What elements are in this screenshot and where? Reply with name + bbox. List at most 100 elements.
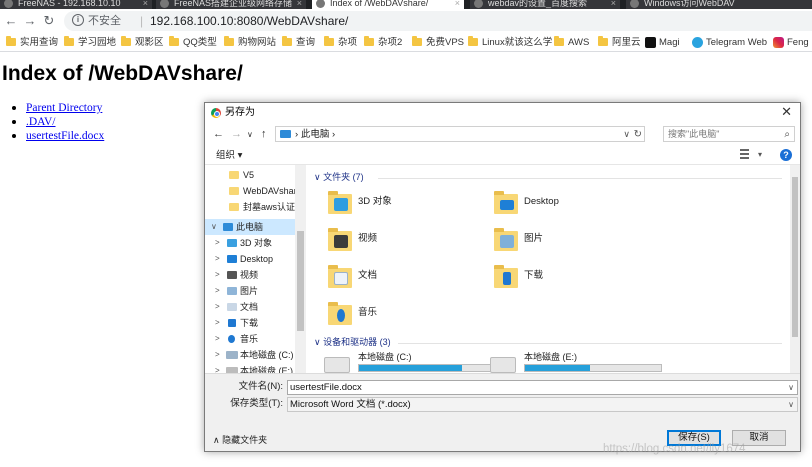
close-icon[interactable]: × <box>455 0 460 9</box>
insecure-label: 不安全 <box>88 15 121 27</box>
nav-scrollbar[interactable] <box>295 165 306 373</box>
recent-dropdown-icon[interactable]: ∨ <box>247 128 253 142</box>
chevron-right-icon[interactable]: > <box>215 315 220 331</box>
info-icon[interactable]: i <box>72 14 84 26</box>
parent-directory-link[interactable]: Parent Directory <box>26 102 102 114</box>
chevron-down-icon[interactable]: ∨ <box>788 381 794 394</box>
organize-button[interactable]: 组织 ▾ <box>216 149 242 162</box>
favicon-icon <box>474 0 483 8</box>
chevron-down-icon[interactable]: ∨ <box>623 128 630 141</box>
url-text[interactable]: 192.168.100.10:8080/WebDAVshare/ <box>150 13 348 29</box>
group-header-folders[interactable]: ∨ 文件夹 (7) <box>314 171 784 184</box>
folder-item-pictures[interactable]: 图片 <box>494 226 644 256</box>
drive-usage-bar <box>524 364 662 372</box>
nav-item-drive-e[interactable]: > 本地磁盘 (E:) <box>205 363 295 373</box>
favicon-icon <box>630 0 639 8</box>
folder-item-desktop[interactable]: Desktop <box>494 189 644 219</box>
view-options-icon[interactable] <box>740 149 756 159</box>
bookmark-item[interactable]: 购物网站 <box>224 35 276 50</box>
nav-item-pictures[interactable]: > 图片 <box>205 283 295 299</box>
chevron-down-icon[interactable]: ∨ <box>788 398 794 411</box>
filetype-select[interactable]: Microsoft Word 文档 (*.docx) ∨ <box>287 397 798 412</box>
bookmark-item[interactable]: 查询 <box>282 35 315 50</box>
list-item: .DAV/ <box>12 115 104 129</box>
address-path[interactable]: › 此电脑 › ∨ ↻ <box>275 126 645 142</box>
command-bar: 组织 ▾ ▾ ? <box>205 145 800 165</box>
bookmark-item[interactable]: 观影区 <box>121 35 164 50</box>
content-scrollbar[interactable] <box>790 165 800 373</box>
close-icon[interactable]: × <box>611 0 616 9</box>
tab-webdav-index[interactable]: Index of /WebDAVshare/× <box>312 0 464 9</box>
chevron-right-icon[interactable]: > <box>215 283 220 299</box>
nav-item-desktop[interactable]: > Desktop <box>205 251 295 267</box>
forward-arrow-icon[interactable]: → <box>231 127 242 141</box>
close-icon[interactable]: × <box>297 0 302 9</box>
close-icon[interactable]: ✕ <box>781 105 792 119</box>
bookmark-item[interactable]: Linux就该这么学 <box>468 35 552 50</box>
tab-freenas-guide[interactable]: FreeNAS搭建企业级网络存储 × <box>156 0 306 9</box>
bookmark-item[interactable]: 杂项 <box>324 35 357 50</box>
back-arrow-icon[interactable]: ← <box>213 127 224 141</box>
folder-item-documents[interactable]: 文档 <box>328 263 478 293</box>
hide-folders-toggle[interactable]: ∧ 隐藏文件夹 <box>213 434 267 447</box>
bookmark-item[interactable]: AWS <box>554 35 589 50</box>
filename-input[interactable]: usertestFile.docx ∨ <box>287 380 798 395</box>
bookmark-item[interactable]: 免费VPS <box>412 35 464 50</box>
nav-item-videos[interactable]: > 视频 <box>205 267 295 283</box>
up-arrow-icon[interactable]: ↑ <box>261 127 267 141</box>
file-link[interactable]: usertestFile.docx <box>26 130 104 142</box>
nav-item-drive-c[interactable]: > 本地磁盘 (C:) <box>205 347 295 363</box>
folder-item-videos[interactable]: 视频 <box>328 226 478 256</box>
nav-item-3d-objects[interactable]: >3D 对象 <box>205 235 295 251</box>
bookmark-item[interactable]: 阿里云 <box>598 35 641 50</box>
nav-item-webdavshare[interactable]: WebDAVshare <box>205 183 302 199</box>
nav-item-v5[interactable]: V5 <box>205 167 295 183</box>
chevron-down-icon[interactable]: ▾ <box>758 149 762 161</box>
breadcrumb-this-pc[interactable]: 此电脑 <box>301 129 330 140</box>
bookmark-item[interactable]: 实用查询 <box>6 35 58 50</box>
close-icon[interactable]: × <box>143 0 148 9</box>
folder-item-music[interactable]: 音乐 <box>328 300 478 330</box>
forward-arrow-icon[interactable]: → <box>21 12 39 30</box>
nav-item-downloads[interactable]: > 下载 <box>205 315 295 331</box>
folder-item-3d-objects[interactable]: 3D 对象 <box>328 189 478 219</box>
scrollbar-thumb[interactable] <box>792 177 798 337</box>
drive-usage-bar <box>358 364 496 372</box>
chevron-right-icon[interactable]: > <box>215 347 220 363</box>
bookmark-item[interactable]: 学习园地 <box>64 35 116 50</box>
bookmark-item[interactable]: Magi <box>645 35 680 50</box>
tab-windows-webdav[interactable]: Windows访问WebDAV <box>626 0 812 9</box>
tab-baidu-search[interactable]: webdav的设置_百度搜索 × <box>470 0 620 9</box>
folder-item-downloads[interactable]: 下载 <box>494 263 644 293</box>
back-arrow-icon[interactable]: ← <box>2 12 20 30</box>
group-header-drives[interactable]: ∨ 设备和驱动器 (3) <box>314 336 784 349</box>
nav-item-this-pc[interactable]: ∨ 此电脑 <box>205 219 295 235</box>
bookmark-item[interactable]: 杂项2 <box>364 35 402 50</box>
documents-icon <box>227 303 237 311</box>
tab-freenas[interactable]: FreeNAS - 192.168.10.10 × <box>0 0 152 9</box>
chevron-right-icon[interactable]: > <box>215 251 220 267</box>
chevron-down-icon[interactable]: ∨ <box>211 219 217 235</box>
reload-icon[interactable]: ↻ <box>40 12 58 30</box>
nav-item-music[interactable]: > 音乐 <box>205 331 295 347</box>
address-bar[interactable]: i 不安全 | 192.168.100.10:8080/WebDAVshare/ <box>64 11 812 31</box>
scrollbar-thumb[interactable] <box>297 231 304 331</box>
chevron-right-icon[interactable]: > <box>215 267 220 283</box>
chevron-right-icon[interactable]: > <box>215 331 220 347</box>
chevron-right-icon[interactable]: > <box>215 299 220 315</box>
help-icon[interactable]: ? <box>780 149 792 161</box>
chevron-up-icon: ∧ <box>213 435 220 445</box>
bookmark-item[interactable]: Telegram Web <box>692 35 767 50</box>
search-input[interactable]: 搜索"此电脑" ⌕ <box>663 126 795 142</box>
nav-item-documents[interactable]: > 文档 <box>205 299 295 315</box>
chevron-right-icon[interactable]: > <box>215 235 220 251</box>
dialog-title-bar[interactable]: 另存为 ✕ <box>205 103 800 123</box>
chevron-right-icon[interactable]: > <box>215 363 220 373</box>
dav-folder-link[interactable]: .DAV/ <box>26 116 56 128</box>
drive-item-e[interactable]: 本地磁盘 (E:) <box>490 351 670 373</box>
bookmark-item[interactable]: QQ类型 <box>169 35 217 50</box>
drive-item-c[interactable]: 本地磁盘 (C:) <box>324 351 504 373</box>
nav-item-aws[interactable]: 封墓aws认证 <box>205 199 295 215</box>
refresh-icon[interactable]: ↻ <box>634 128 642 141</box>
bookmark-item[interactable]: Feng L <box>773 35 812 50</box>
